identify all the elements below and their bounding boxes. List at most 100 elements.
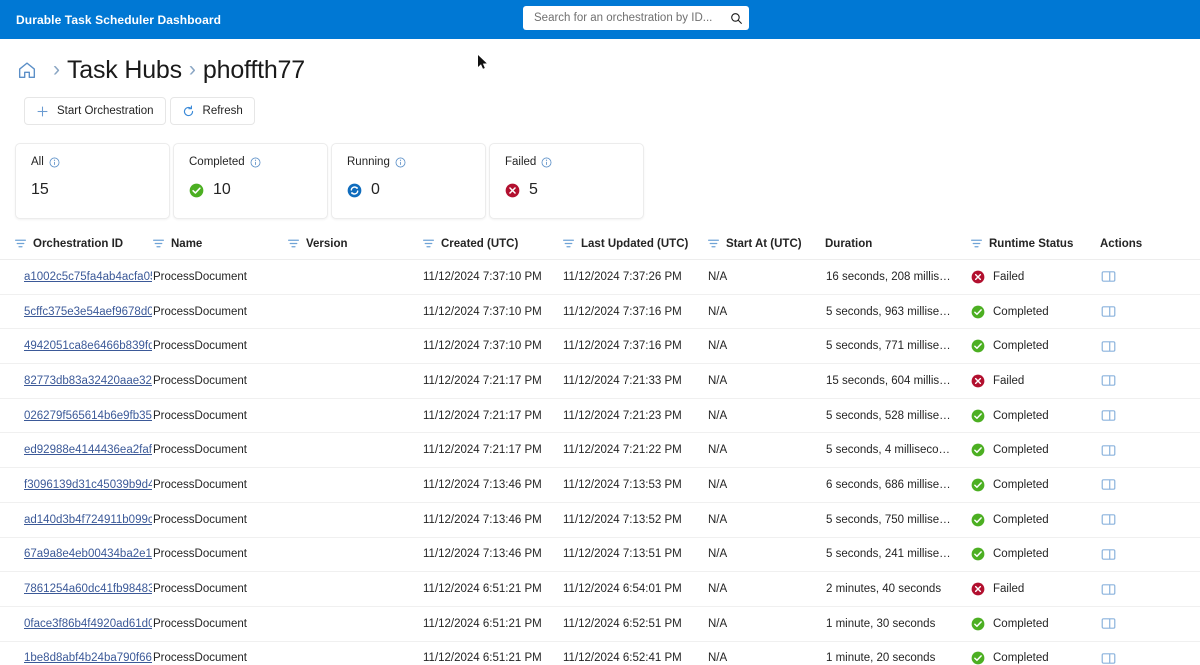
- cell-runtime-status: Completed: [970, 641, 1100, 665]
- open-panel-icon[interactable]: [1101, 477, 1116, 492]
- cell-actions[interactable]: [1100, 432, 1200, 469]
- open-panel-icon[interactable]: [1101, 512, 1116, 527]
- breadcrumb-separator-1: ›: [53, 57, 60, 81]
- filter-icon[interactable]: [152, 237, 165, 250]
- table-row[interactable]: 0face3f86b4f4920ad61d05 ProcessDocument 11…: [0, 606, 1200, 642]
- filter-icon[interactable]: [562, 237, 575, 250]
- plus-icon: [37, 106, 48, 116]
- table-row[interactable]: 4942051ca8e6466b839fda ProcessDocument 11/…: [0, 328, 1200, 365]
- open-panel-icon[interactable]: [1101, 547, 1116, 562]
- info-icon[interactable]: [395, 157, 406, 168]
- open-panel-icon[interactable]: [1101, 651, 1116, 665]
- error-circle-icon: [971, 270, 985, 284]
- cell-runtime-status: Completed: [970, 328, 1100, 365]
- open-panel-icon[interactable]: [1101, 304, 1116, 319]
- table-row[interactable]: a1002c5c75fa4ab4acfa05f ProcessDocument 11…: [0, 259, 1200, 295]
- cell-orchestration-id: f3096139d31c45039b9d47: [0, 467, 152, 503]
- orchestration-id-link[interactable]: 026279f565614b6e9fb356: [24, 410, 152, 422]
- cell-actions[interactable]: [1100, 259, 1200, 295]
- orchestration-id-link[interactable]: f3096139d31c45039b9d47: [24, 479, 152, 491]
- search-box[interactable]: [523, 6, 749, 30]
- cell-last-updated: 11/12/2024 6:54:01 PM: [562, 571, 707, 607]
- orchestration-id-link[interactable]: 0face3f86b4f4920ad61d05: [24, 618, 152, 630]
- status-card-running[interactable]: Running 0: [331, 143, 486, 219]
- check-circle-icon: [971, 547, 985, 561]
- status-card-failed[interactable]: Failed 5: [489, 143, 644, 219]
- open-panel-icon[interactable]: [1101, 616, 1116, 631]
- cell-actions[interactable]: [1100, 641, 1200, 665]
- orchestration-id-link[interactable]: 82773db83a32420aae3271: [24, 375, 152, 387]
- orchestration-id-link[interactable]: 4942051ca8e6466b839fda: [24, 340, 152, 352]
- status-badge-label: Completed: [993, 548, 1049, 561]
- cell-actions[interactable]: [1100, 294, 1200, 330]
- cell-actions[interactable]: [1100, 467, 1200, 503]
- breadcrumb-item-task-hubs[interactable]: Task Hubs: [67, 57, 182, 83]
- cell-duration: 1 minute, 20 seconds: [825, 641, 970, 665]
- cell-last-updated: 11/12/2024 7:13:53 PM: [562, 467, 707, 503]
- column-header-created[interactable]: Created (UTC): [422, 237, 562, 260]
- open-panel-icon[interactable]: [1101, 269, 1116, 284]
- orchestration-id-link[interactable]: a1002c5c75fa4ab4acfa05f: [24, 271, 152, 283]
- info-icon[interactable]: [250, 157, 261, 168]
- column-header-version[interactable]: Version: [287, 237, 422, 260]
- table-row[interactable]: 7861254a60dc41fb984836 ProcessDocument 11/…: [0, 571, 1200, 607]
- orchestration-id-link[interactable]: ad140d3b4f724911b099c2: [24, 514, 152, 526]
- table-row[interactable]: 82773db83a32420aae3271 ProcessDocument 11/…: [0, 363, 1200, 399]
- info-icon[interactable]: [49, 157, 60, 168]
- cell-actions[interactable]: [1100, 537, 1200, 573]
- open-panel-icon[interactable]: [1101, 443, 1116, 458]
- cell-actions[interactable]: [1100, 606, 1200, 642]
- cell-created: 11/12/2024 7:13:46 PM: [422, 502, 562, 538]
- cell-actions[interactable]: [1100, 502, 1200, 538]
- filter-icon[interactable]: [970, 237, 983, 250]
- status-card-completed[interactable]: Completed 10: [173, 143, 328, 219]
- filter-icon[interactable]: [14, 237, 27, 250]
- cell-version: [287, 606, 422, 642]
- check-circle-icon: [971, 339, 985, 353]
- orchestration-id-link[interactable]: 1be8d8abf4b24ba790f669: [24, 652, 152, 664]
- table-row[interactable]: 026279f565614b6e9fb356 ProcessDocument 11/…: [0, 398, 1200, 434]
- cell-runtime-status: Completed: [970, 502, 1100, 538]
- start-orchestration-button[interactable]: Start Orchestration: [24, 97, 166, 125]
- check-circle-icon: [971, 513, 985, 527]
- cell-orchestration-id: ed92988e4144436ea2faf7: [0, 432, 152, 469]
- filter-icon[interactable]: [707, 237, 720, 250]
- cell-actions[interactable]: [1100, 571, 1200, 607]
- column-header-start-at[interactable]: Start At (UTC): [707, 237, 825, 260]
- status-card-completed-label: Completed: [189, 156, 245, 168]
- cell-actions[interactable]: [1100, 328, 1200, 365]
- table-row[interactable]: 1be8d8abf4b24ba790f669 ProcessDocument 11/…: [0, 641, 1200, 665]
- home-icon[interactable]: [16, 59, 38, 81]
- cell-name: ProcessDocument: [152, 641, 287, 665]
- open-panel-icon[interactable]: [1101, 582, 1116, 597]
- open-panel-icon[interactable]: [1101, 408, 1116, 423]
- cell-start-at: N/A: [707, 537, 825, 573]
- orchestration-id-link[interactable]: 7861254a60dc41fb984836: [24, 583, 152, 595]
- cell-actions[interactable]: [1100, 363, 1200, 399]
- open-panel-icon[interactable]: [1101, 339, 1116, 354]
- column-header-last-updated[interactable]: Last Updated (UTC): [562, 237, 707, 260]
- table-row[interactable]: 67a9a8e4eb00434ba2e11c ProcessDocument 11/…: [0, 537, 1200, 573]
- status-card-all[interactable]: All 15: [15, 143, 170, 219]
- orchestration-id-link[interactable]: 5cffc375e3e54aef9678d0fa: [24, 306, 152, 318]
- search-input[interactable]: [532, 11, 730, 25]
- search-icon[interactable]: [730, 12, 743, 25]
- cell-created: 11/12/2024 7:21:17 PM: [422, 363, 562, 399]
- cell-version: [287, 398, 422, 434]
- table-row[interactable]: ed92988e4144436ea2faf7 ProcessDocument 11/…: [0, 432, 1200, 469]
- cell-created: 11/12/2024 6:51:21 PM: [422, 606, 562, 642]
- column-header-name[interactable]: Name: [152, 237, 287, 260]
- table-row[interactable]: 5cffc375e3e54aef9678d0fa ProcessDocument 1…: [0, 294, 1200, 330]
- filter-icon[interactable]: [422, 237, 435, 250]
- info-icon[interactable]: [541, 157, 552, 168]
- cell-actions[interactable]: [1100, 398, 1200, 434]
- refresh-button[interactable]: Refresh: [169, 97, 255, 125]
- orchestration-id-link[interactable]: ed92988e4144436ea2faf7: [24, 444, 152, 456]
- open-panel-icon[interactable]: [1101, 373, 1116, 388]
- table-row[interactable]: f3096139d31c45039b9d47 ProcessDocument 11/…: [0, 467, 1200, 503]
- filter-icon[interactable]: [287, 237, 300, 250]
- column-header-orchestration-id[interactable]: Orchestration ID: [0, 237, 152, 260]
- table-row[interactable]: ad140d3b4f724911b099c2 ProcessDocument 11/…: [0, 502, 1200, 538]
- orchestration-id-link[interactable]: 67a9a8e4eb00434ba2e11c: [24, 548, 152, 560]
- column-header-runtime-status[interactable]: Runtime Status: [970, 237, 1100, 260]
